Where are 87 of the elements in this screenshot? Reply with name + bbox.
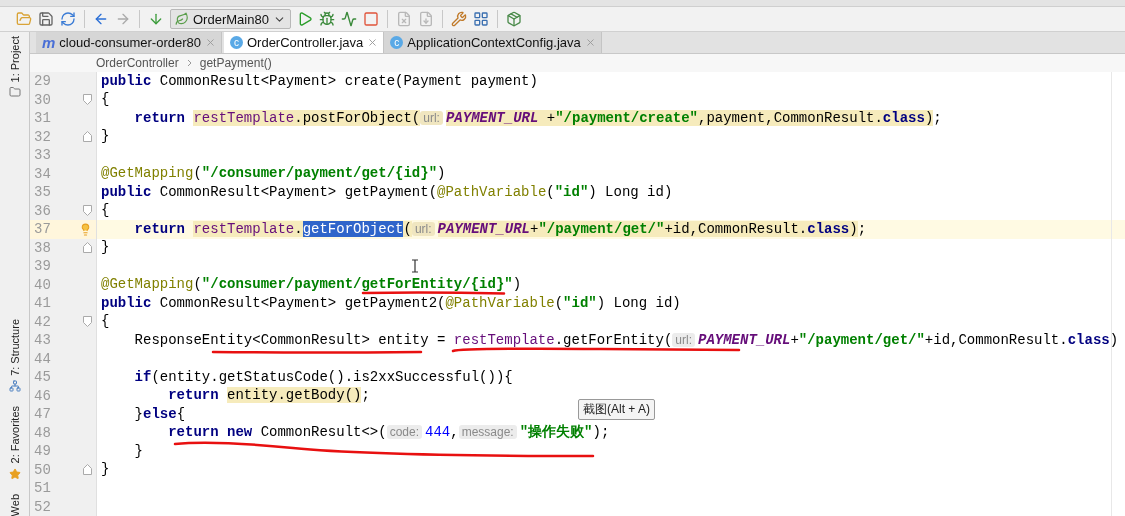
stop-icon[interactable] [362, 11, 379, 27]
code-line: return new CommonResult<>( code: 444, message: "操作失败"); [167, 425, 610, 441]
line-number: 33 [33, 147, 52, 164]
line-number: 29 [33, 73, 52, 90]
line-number: 40 [33, 276, 52, 293]
line-number: 44 [33, 350, 52, 367]
sync-icon[interactable] [60, 11, 76, 27]
line-number: 45 [33, 369, 52, 386]
code-line: return restTemplate.getForObject( url: PAYMENT_URL+"/payment/get/"+id,CommonResult.class); [133, 221, 867, 237]
save-icon[interactable] [38, 11, 54, 27]
star-icon [8, 467, 21, 480]
line-number: 49 [33, 443, 52, 460]
build-icon[interactable] [148, 11, 164, 27]
folder-icon[interactable] [16, 11, 32, 27]
fold-marker-icon[interactable] [83, 205, 92, 217]
line-number: 41 [33, 295, 52, 312]
line-number: 39 [33, 258, 52, 275]
line-number: 34 [33, 165, 52, 182]
close-icon[interactable] [584, 37, 596, 48]
download-icon[interactable] [417, 11, 434, 27]
document-icon[interactable] [395, 11, 412, 27]
tool-window-tab[interactable]: 7: Structure [8, 319, 21, 377]
class-icon: c [390, 36, 404, 49]
tool-window-tab[interactable]: Web [8, 493, 21, 516]
line-number: 42 [33, 313, 52, 330]
code-line: return entity.getBody(); [167, 388, 370, 404]
line-number: 36 [33, 202, 52, 219]
code-line: } [100, 129, 110, 145]
close-icon[interactable] [367, 37, 379, 48]
code-line: { [100, 92, 110, 108]
back-arrow-icon[interactable] [93, 11, 109, 27]
text-cursor-icon [411, 259, 419, 273]
breadcrumb-item[interactable]: getPayment() [199, 56, 272, 70]
line-number: 31 [33, 110, 52, 127]
line-number: 35 [33, 184, 52, 201]
code-line: public CommonResult<Payment> getPayment2(@PathVariable("id") Long id) [100, 295, 681, 311]
line-number: 37 [33, 221, 52, 238]
line-number: 38 [33, 239, 52, 256]
code-line: { [100, 314, 110, 330]
package-icon[interactable] [505, 11, 522, 27]
line-number: 52 [33, 498, 52, 515]
editor-tab[interactable]: c ApplicationContextConfig.java [384, 32, 602, 53]
fold-marker-icon[interactable] [83, 131, 92, 143]
coverage-icon[interactable] [340, 11, 357, 27]
editor-tab[interactable]: m cloud-consumer-order80 [36, 32, 222, 53]
grid-icon[interactable] [472, 11, 489, 27]
code-line: return restTemplate.postForObject( url: PAYMENT_URL +"/payment/create",payment,CommonResult.class); [133, 110, 942, 126]
chevron-icon [186, 59, 192, 67]
wrench-icon[interactable] [450, 11, 467, 27]
module-icon: m [42, 34, 56, 51]
line-number: 51 [33, 480, 52, 497]
tool-window-tab[interactable]: 1: Project [8, 36, 21, 83]
folder-icon [8, 86, 21, 99]
structure-icon [8, 380, 21, 393]
fold-marker-icon[interactable] [83, 316, 92, 328]
line-number: 48 [33, 424, 52, 441]
code-line: public CommonResult<Payment> getPayment(@PathVariable("id") Long id) [100, 184, 673, 200]
line-number: 43 [33, 332, 52, 349]
breadcrumb-item[interactable]: OrderController [96, 56, 179, 70]
debug-icon[interactable] [318, 11, 335, 27]
lightbulb-icon[interactable] [79, 222, 92, 236]
code-line: } [100, 240, 110, 256]
code-line: }else{ [133, 406, 186, 422]
code-line: if(entity.getStatusCode().is2xxSuccessful()){ [133, 369, 513, 385]
code-line: @GetMapping("/consumer/payment/getForEntity/{id}") [100, 277, 522, 293]
fold-marker-icon[interactable] [83, 464, 92, 476]
fold-marker-icon[interactable] [83, 94, 92, 106]
tool-window-tab[interactable]: 2: Favorites [8, 406, 21, 464]
line-number: 30 [33, 91, 52, 108]
line-number: 46 [33, 387, 52, 404]
line-number: 32 [33, 128, 52, 145]
fold-marker-icon[interactable] [83, 242, 92, 254]
run-configuration-dropdown[interactable]: OrderMain80 [170, 9, 291, 29]
class-icon: c [229, 36, 243, 49]
code-line: @GetMapping("/consumer/payment/get/{id}") [100, 166, 446, 182]
close-icon[interactable] [204, 37, 216, 48]
editor-tab[interactable]: c OrderController.java [223, 32, 385, 53]
code-line: public CommonResult<Payment> create(Payment payment) [100, 73, 538, 89]
code-line: { [100, 203, 110, 219]
line-number: 47 [33, 406, 52, 423]
tooltip: 截图(Alt + A) [578, 399, 655, 420]
leaf-icon [175, 12, 189, 26]
line-number: 50 [33, 461, 52, 478]
code-line: } [100, 462, 110, 478]
code-line: ResponseEntity<CommonResult> entity = restTemplate.getForEntity( url: PAYMENT_URL+"/payment/get/"+id,CommonResult.class) [133, 332, 1119, 348]
code-line: } [133, 443, 143, 459]
forward-arrow-icon[interactable] [115, 11, 131, 27]
